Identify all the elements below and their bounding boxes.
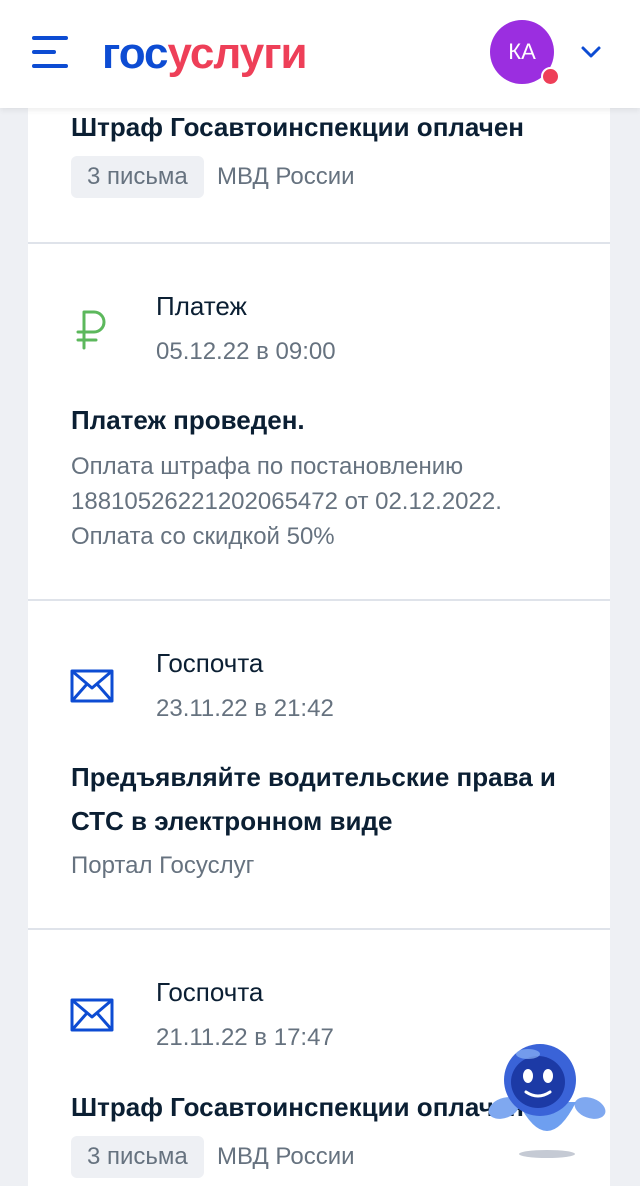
logo-part-uslugi: услуги: [167, 29, 308, 78]
envelope-icon: [70, 669, 114, 703]
notification-dot: [541, 67, 560, 86]
feed-item-description: Оплата штрафа по постановлению 188105262…: [71, 453, 502, 550]
logo-part-gos: гос: [102, 29, 169, 78]
feed-item-sender: МВД России: [217, 163, 355, 190]
assistant-robot-icon[interactable]: [488, 1040, 606, 1160]
letters-count-badge: 3 письма: [71, 1136, 204, 1178]
feed-item-sender: МВД России: [217, 1143, 355, 1170]
feed-item[interactable]: Госпочта 23.11.22 в 21:42 Предъявляйте в…: [28, 601, 610, 930]
feed-item-category: Госпочта: [156, 977, 264, 1007]
feed-item-date: 23.11.22 в 21:42: [156, 695, 334, 722]
feed-item[interactable]: Платеж 05.12.22 в 09:00 Платеж проведен.…: [28, 244, 610, 601]
feed-item-date: 21.11.22 в 17:47: [156, 1024, 334, 1051]
feed-item-title: Штраф Госавтоинспекции оплачен: [71, 1092, 524, 1122]
feed-item-title-line1: Предъявляйте водительские права и: [71, 762, 556, 792]
feed-item-sender: Портал Госуслуг: [71, 852, 255, 879]
letters-count-badge: 3 письма: [71, 156, 204, 198]
chevron-down-icon[interactable]: [580, 44, 602, 60]
envelope-icon: [70, 998, 114, 1032]
feed-item-title-line2: СТС в электронном виде: [71, 806, 393, 836]
ruble-icon: [76, 310, 106, 350]
feed-item-category: Платеж: [156, 291, 247, 321]
menu-icon[interactable]: [32, 36, 68, 68]
app-header: госуслуги КА: [0, 0, 640, 108]
feed-item-date: 05.12.22 в 09:00: [156, 338, 336, 365]
gosuslugi-logo[interactable]: госуслуги: [102, 28, 308, 80]
feed-item-title: Платеж проведен.: [71, 405, 305, 435]
feed-item-category: Госпочта: [156, 648, 264, 678]
feed-item-title: Штраф Госавтоинспекции оплачен: [71, 112, 524, 142]
